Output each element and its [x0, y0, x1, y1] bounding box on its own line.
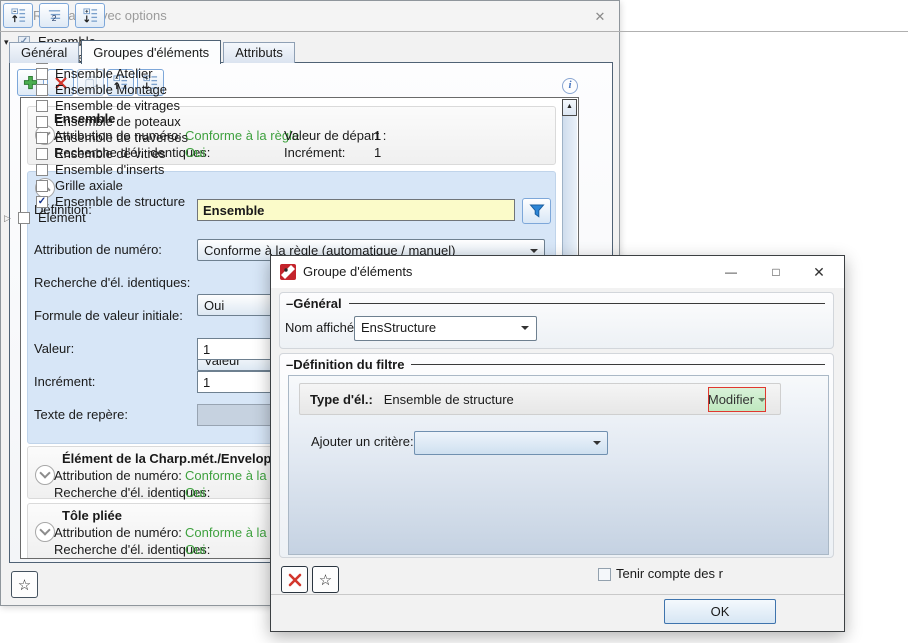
attribution-label: Attribution de numéro: [54, 525, 182, 540]
ajouter-critere-label: Ajouter un critère: [311, 431, 414, 453]
tree-item-label: Ensemble de vitres [55, 146, 166, 162]
tenir-compte-checkbox[interactable] [598, 568, 611, 581]
nom-affiche-label: Nom affiché: [285, 320, 358, 336]
expander-icon[interactable] [4, 210, 16, 226]
tree-item-label: Ensemble de traverses [55, 130, 188, 146]
minimize-icon[interactable]: — [716, 262, 746, 282]
element-group-dialog: Groupe d'éléments — □ ✕ Général Nom affi… [270, 255, 845, 632]
tree-item[interactable]: Ensemble d'inserts [0, 162, 908, 178]
groupbox-title: Définition du filtre [293, 357, 404, 372]
tree-item-label: Ensemble Atelier [55, 66, 153, 82]
groupbox-header: Général [286, 296, 825, 311]
chevron-down-icon[interactable] [35, 522, 55, 542]
checkbox[interactable] [36, 148, 48, 160]
collapse-all-button[interactable] [3, 3, 33, 28]
texte-repere-label: Texte de repère: [34, 404, 128, 426]
attribution-label: Attribution de numéro: [54, 468, 182, 483]
group-card-title: Tôle pliée [62, 508, 122, 523]
group-card-title: Élément de la Charp.mét./Enveloppes [62, 451, 294, 466]
filter-definition-groupbox: Définition du filtre Type d'él.: Ensembl… [279, 353, 834, 558]
tree-item[interactable]: Ensemble de structure [0, 194, 908, 210]
checkbox[interactable] [36, 100, 48, 112]
recherche-label: Recherche d'él. identiques: [34, 272, 190, 294]
delete-filter-button[interactable] [281, 566, 308, 593]
tree-item[interactable]: Grille axiale [0, 178, 908, 194]
recherche-value: Oui [185, 542, 205, 557]
red-x-icon [287, 572, 303, 588]
maximize-icon[interactable]: □ [761, 262, 791, 282]
checkbox[interactable] [18, 212, 30, 224]
modifier-label: Modifier [708, 392, 754, 407]
valeur-label: Valeur: [34, 338, 74, 360]
favorites-button[interactable]: ☆ [11, 571, 38, 598]
star-icon: ☆ [319, 571, 332, 589]
footer-divider [271, 594, 844, 595]
groupbox-title: Général [293, 296, 341, 311]
star-icon: ☆ [18, 576, 31, 594]
close-icon[interactable]: ✕ [804, 262, 834, 282]
tenir-compte-label: Tenir compte des r [616, 566, 723, 582]
tree-item-label: Grille axiale [55, 178, 123, 194]
ok-button[interactable]: OK [664, 599, 776, 624]
tree-item[interactable]: Ensemble Montage [0, 82, 908, 98]
checkbox[interactable] [36, 164, 48, 176]
tree-item-label: Ensemble d'inserts [55, 162, 164, 178]
filter-panel: Type d'él.: Ensemble de structure Modifi… [288, 375, 829, 555]
header-rule [411, 364, 825, 365]
app-logo-icon [280, 264, 296, 280]
general-groupbox: Général Nom affiché: EnsStructure [279, 292, 834, 349]
tab-attributs[interactable]: Attributs [223, 42, 295, 63]
nom-affiche-combobox[interactable]: EnsStructure [354, 316, 537, 341]
tree-item-label: Ensemble de structure [55, 194, 185, 210]
list-level-2-icon: 2 [47, 8, 62, 23]
window-title: Groupe d'éléments [303, 256, 412, 288]
tab-groupes-elements[interactable]: Groupes d'éléments [81, 40, 221, 64]
element-type-popup: 2 Ensemble Ensemble Ensemble Atelier Ens… [0, 0, 198, 231]
attribution-label: Attribution de numéro: [34, 239, 162, 261]
groupbox-header: Définition du filtre [286, 357, 825, 372]
checkbox[interactable] [36, 132, 48, 144]
title-bar[interactable]: Groupe d'éléments — □ ✕ [271, 256, 844, 288]
tree-item[interactable]: Élément [0, 210, 908, 226]
popup-toolbar: 2 [3, 3, 105, 28]
close-icon[interactable]: ✕ [591, 8, 609, 26]
tree-item[interactable]: Ensemble de vitres [0, 146, 908, 162]
checkbox[interactable] [36, 84, 48, 96]
type-value: Ensemble de structure [384, 392, 514, 407]
modifier-button[interactable]: Modifier [708, 387, 766, 412]
recherche-value: Oui [185, 485, 205, 500]
increment-label: Incrément: [34, 371, 95, 393]
tree-item-label: Ensemble Montage [55, 82, 167, 98]
ajouter-critere-select[interactable] [414, 431, 608, 455]
checkbox[interactable] [36, 196, 48, 208]
header-rule [349, 303, 825, 304]
toolbar-divider [0, 31, 908, 32]
tree-item-label: Ensemble de poteaux [55, 114, 181, 130]
checkbox[interactable] [36, 180, 48, 192]
sort-down-icon [83, 8, 98, 23]
svg-text:2: 2 [51, 13, 56, 23]
tree-item[interactable]: Ensemble de traverses [0, 130, 908, 146]
chevron-down-icon[interactable] [35, 465, 55, 485]
favorites-button[interactable]: ☆ [312, 566, 339, 593]
tree-item-label: Ensemble de vitrages [55, 98, 180, 114]
checkbox[interactable] [36, 68, 48, 80]
tree-item-label: Élément [38, 210, 86, 226]
sort-up-icon [11, 8, 26, 23]
tab-bar: Général Groupes d'éléments Attributs [9, 39, 297, 63]
tab-general[interactable]: Général [9, 42, 79, 63]
checkbox[interactable] [36, 116, 48, 128]
formule-label: Formule de valeur initiale: [34, 305, 183, 327]
tree-item[interactable]: Ensemble de poteaux [0, 114, 908, 130]
tree-item[interactable]: Ensemble Atelier [0, 66, 908, 82]
expand-level-2-button[interactable]: 2 [39, 3, 69, 28]
expand-all-button[interactable] [75, 3, 105, 28]
tree-item[interactable]: Ensemble de vitrages [0, 98, 908, 114]
type-label: Type d'él.: [310, 392, 373, 407]
